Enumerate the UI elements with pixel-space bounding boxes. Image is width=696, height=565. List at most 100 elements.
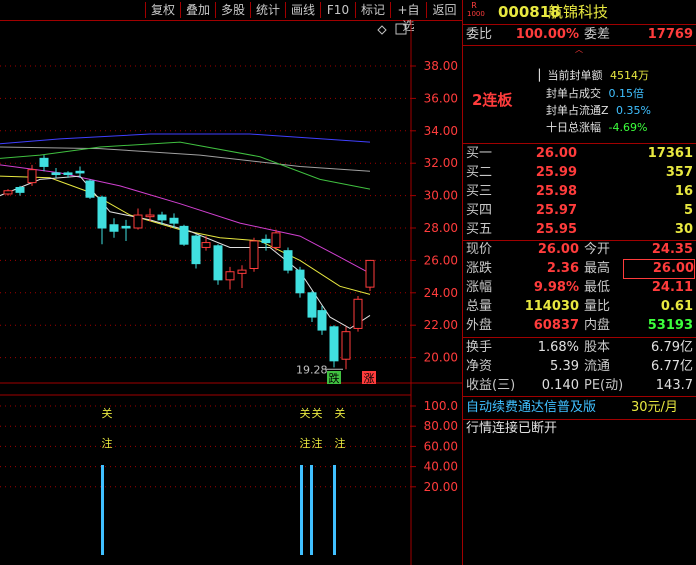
attention-mark-2: 注 bbox=[312, 436, 323, 450]
quote-panel: R 1000 000818 航锦科技 委比 100.00% 委差 17769 ︿… bbox=[462, 0, 696, 565]
bid-price: 25.95 bbox=[535, 222, 577, 237]
candle-body bbox=[191, 235, 201, 265]
attention-mark-2: 注 bbox=[102, 436, 113, 450]
limit-up-tag: 2连板 bbox=[472, 91, 513, 109]
quote-label: 外盘 bbox=[466, 318, 493, 333]
ma120-line bbox=[0, 146, 371, 172]
toolbar-button-6[interactable]: 标记 bbox=[355, 2, 390, 18]
fund-label-2: 流通 bbox=[584, 359, 611, 374]
price-tick-label: 30.00 bbox=[424, 189, 458, 203]
ind-tick-label: 80.00 bbox=[424, 419, 458, 433]
toolbar-button-8[interactable]: 返回 bbox=[426, 2, 462, 18]
quote-value-2: 26.00 bbox=[623, 259, 695, 279]
bid-label: 买五 bbox=[466, 222, 493, 237]
candle-body bbox=[307, 292, 317, 318]
ma250-line bbox=[0, 133, 371, 145]
attention-bar bbox=[310, 465, 313, 555]
chart-toolbar: 复权 叠加 多股 统计 画线 F10 标记 +自选 返回 bbox=[0, 0, 462, 33]
toolbar-button-7[interactable]: +自选 bbox=[390, 2, 426, 33]
fund-label: 净资 bbox=[466, 359, 493, 374]
quote-value: 114030 bbox=[524, 299, 579, 314]
bid-row: 买四 25.97 5 bbox=[463, 201, 696, 221]
ind-tick-label: 40.00 bbox=[424, 460, 458, 474]
quote-value: 9.98% bbox=[533, 280, 579, 295]
ad-row[interactable]: 自动续费通达信普及版 30元/月 bbox=[463, 398, 696, 418]
candle-body bbox=[295, 269, 305, 294]
quote-label-2: 内盘 bbox=[584, 318, 611, 333]
quote-label: 现价 bbox=[466, 242, 493, 257]
bid-row: 买三 25.98 16 bbox=[463, 182, 696, 202]
window-icon bbox=[395, 23, 407, 35]
toolbar-button-2[interactable]: 多股 bbox=[215, 2, 250, 18]
seal-float-label: 封单占流通Z bbox=[546, 104, 609, 117]
fund-value: 1.68% bbox=[537, 340, 579, 355]
ind-tick-label: 20.00 bbox=[424, 480, 458, 494]
fund-value-2: 143.7 bbox=[655, 378, 693, 393]
quote-row: 涨跌 2.36 最高 26.00 bbox=[463, 259, 696, 279]
quote-label-2: 最低 bbox=[584, 280, 611, 295]
candle-body bbox=[75, 170, 85, 174]
bid-price: 25.98 bbox=[535, 184, 577, 199]
price-tick-label: 22.00 bbox=[424, 318, 458, 332]
candle-body bbox=[39, 157, 49, 167]
stock-name: 航锦科技 bbox=[548, 3, 609, 21]
bid-label: 买二 bbox=[466, 165, 493, 180]
price-tick-label: 28.00 bbox=[424, 221, 458, 235]
code-sub: 1000 bbox=[467, 10, 485, 18]
ad-price[interactable]: 30元/月 bbox=[631, 398, 678, 418]
bid-volume: 30 bbox=[674, 222, 693, 237]
toolbar-button-0[interactable]: 复权 bbox=[145, 2, 180, 18]
candle-body bbox=[317, 310, 327, 331]
seal-trade-label: 封单占成交 bbox=[546, 87, 601, 100]
wei-bi-label: 委比 bbox=[466, 27, 493, 42]
quote-list: 现价 26.00 今开 24.35 涨跌 2.36 最高 26.00 涨幅 9.98% 最低 24.1… bbox=[463, 240, 696, 336]
bid-label: 买一 bbox=[466, 146, 493, 161]
toolbar-button-3[interactable]: 统计 bbox=[250, 2, 285, 18]
wei-cha-value: 17769 bbox=[647, 27, 693, 42]
quote-label: 涨幅 bbox=[466, 280, 493, 295]
candle-body bbox=[249, 240, 259, 270]
candle-body bbox=[213, 245, 223, 281]
ten-day-value: -4.69% bbox=[608, 121, 648, 134]
attention-bar bbox=[333, 465, 336, 555]
price-tick-label: 32.00 bbox=[424, 156, 458, 170]
seal-trade-value: 0.15倍 bbox=[608, 87, 645, 100]
toolbar-button-5[interactable]: F10 bbox=[320, 2, 355, 18]
bid-row: 买二 25.99 357 bbox=[463, 163, 696, 183]
candle-body bbox=[97, 196, 107, 229]
kline-chart[interactable]: 38.00 36.00 34.00 32.00 30.00 28.00 26.00 24.00… bbox=[0, 21, 462, 565]
quote-row: 现价 26.00 今开 24.35 bbox=[463, 240, 696, 260]
connection-status: 行情连接已断开 bbox=[466, 421, 558, 436]
quote-value-2: 0.61 bbox=[660, 299, 693, 314]
price-tick-label: 34.00 bbox=[424, 124, 458, 138]
fund-label-2: PE(动) bbox=[584, 378, 624, 393]
fund-label: 换手 bbox=[466, 340, 493, 355]
fund-value: 5.39 bbox=[550, 359, 579, 374]
candle-body bbox=[271, 232, 281, 248]
price-tick-label: 24.00 bbox=[424, 286, 458, 300]
bid-row: 买一 26.00 17361 bbox=[463, 144, 696, 164]
fundamental-list: 换手 1.68% 股本 6.79亿 净资 5.39 流通 6.77亿 收益(三) 0.140 PE(… bbox=[463, 338, 696, 396]
candle-body bbox=[353, 298, 363, 329]
quote-label-2: 量比 bbox=[584, 299, 611, 314]
status-row: 行情连接已断开 bbox=[463, 419, 696, 439]
candle-body bbox=[15, 187, 25, 193]
wei-cha-label: 委差 bbox=[584, 27, 611, 42]
fund-row: 换手 1.68% 股本 6.79亿 bbox=[463, 338, 696, 358]
toolbar-button-1[interactable]: 叠加 bbox=[180, 2, 215, 18]
seal-amount-row: ▏当前封单额 4514万 bbox=[539, 69, 649, 82]
candle-body bbox=[157, 214, 167, 221]
seal-trade-row: 封单占成交 0.15倍 bbox=[546, 85, 644, 101]
bid-price: 25.99 bbox=[535, 165, 577, 180]
rise-tag: 涨 bbox=[364, 372, 375, 385]
attention-mark-2: 注 bbox=[300, 436, 311, 450]
candle-body bbox=[27, 169, 37, 184]
ad-text[interactable]: 自动续费通达信普及版 bbox=[466, 398, 596, 418]
quote-value-2: 24.11 bbox=[651, 280, 693, 295]
collapse-caret-icon[interactable]: ︿ bbox=[575, 44, 583, 55]
toolbar-button-4[interactable]: 画线 bbox=[285, 2, 320, 18]
fund-value: 0.140 bbox=[541, 378, 579, 393]
ten-day-label: 十日总涨幅 bbox=[546, 121, 601, 134]
attention-bar bbox=[300, 465, 303, 555]
price-tick-label: 20.00 bbox=[424, 351, 458, 365]
